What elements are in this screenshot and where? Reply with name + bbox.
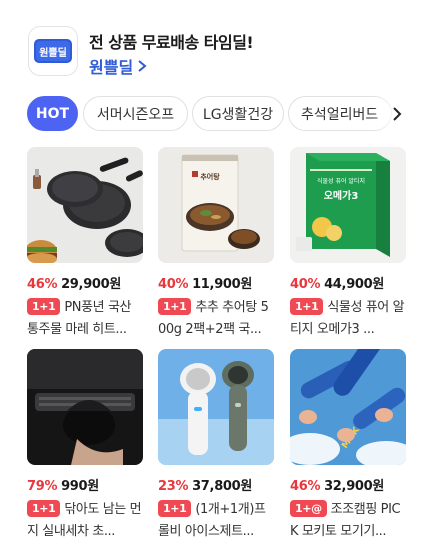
price: 44,900원 bbox=[324, 277, 385, 292]
product-card[interactable]: 식물성 퓨어 알티지 오메가3 40% 44,900원 1+1 식물성 퓨어 알티… bbox=[290, 147, 408, 341]
product-name-block: 1+@ 조조캠핑 PICK 모키토 모기기... bbox=[290, 499, 408, 541]
price: 32,900원 bbox=[324, 479, 385, 494]
package-label-text: 추어탕 bbox=[200, 172, 220, 181]
discount-rate: 79% bbox=[27, 479, 58, 494]
product-image bbox=[27, 349, 143, 465]
page-title: 전 상품 무료배송 타임딜! bbox=[89, 33, 254, 52]
brand-logo-icon: 원쁠딜 bbox=[34, 39, 72, 63]
discount-rate: 40% bbox=[158, 277, 189, 292]
brand-logo[interactable]: 원쁠딜 bbox=[28, 26, 78, 76]
product-card[interactable]: 추어탕 40% 11,900원 1+1 추추 추어탕 500g 2팩+2팩 국..… bbox=[158, 147, 276, 341]
price: 11,900원 bbox=[192, 277, 253, 292]
product-card[interactable]: 46% 29,900원 1+1 PN풍년 국산 통주물 마레 히트... bbox=[27, 147, 145, 341]
package-label-small: 식물성 퓨어 알티지 bbox=[317, 177, 365, 185]
discount-rate: 23% bbox=[158, 479, 189, 494]
chevron-right-icon bbox=[138, 60, 147, 72]
deal-badge: 1+1 bbox=[158, 500, 192, 517]
product-name-block: 1+1 (1개+1개)프롤비 아이스제트... bbox=[158, 499, 276, 541]
product-card[interactable]: 23% 37,800원 1+1 (1개+1개)프롤비 아이스제트... bbox=[158, 349, 276, 541]
product-image: MOKITO bbox=[290, 349, 406, 465]
deal-badge: 1+@ bbox=[290, 500, 327, 517]
deal-badge: 1+1 bbox=[158, 298, 192, 315]
product-name-block: 1+1 PN풍년 국산 통주물 마레 히트... bbox=[27, 297, 145, 341]
brand-link[interactable]: 원쁠딜 bbox=[89, 54, 147, 78]
product-name-block: 1+1 추추 추어탕 500g 2팩+2팩 국... bbox=[158, 297, 276, 341]
price: 990원 bbox=[61, 479, 99, 494]
product-image: 식물성 퓨어 알티지 오메가3 bbox=[290, 147, 406, 263]
brand-logo-text: 원쁠딜 bbox=[39, 46, 67, 59]
discount-rate: 46% bbox=[290, 479, 321, 494]
product-name-block: 1+1 닦아도 남는 먼지 실내세차 초... bbox=[27, 499, 145, 541]
product-image bbox=[158, 349, 274, 465]
tab-hot[interactable]: HOT bbox=[27, 96, 78, 131]
tab-lg-household[interactable]: LG생활건강 bbox=[192, 96, 284, 131]
product-card[interactable]: 79% 990원 1+1 닦아도 남는 먼지 실내세차 초... bbox=[27, 349, 145, 541]
product-name-block: 1+1 식물성 퓨어 알티지 오메가3 ... bbox=[290, 297, 408, 341]
package-label-big: 오메가3 bbox=[324, 189, 359, 202]
product-image bbox=[27, 147, 143, 263]
deal-badge: 1+1 bbox=[290, 298, 324, 315]
category-tabs: HOT 서머시즌오프 LG생활건강 추석얼리버드 bbox=[27, 96, 432, 132]
deal-badge: 1+1 bbox=[27, 298, 61, 315]
chevron-right-icon bbox=[393, 107, 402, 121]
price: 29,900원 bbox=[61, 277, 122, 292]
price: 37,800원 bbox=[192, 479, 253, 494]
product-card[interactable]: MOKITO 46% 32,900원 1+@ 조조캠핑 PICK 모키토 모기기.… bbox=[290, 349, 408, 541]
deal-header: 원쁠딜 전 상품 무료배송 타임딜! 원쁠딜 bbox=[28, 26, 408, 78]
brand-link-label: 원쁠딜 bbox=[89, 58, 134, 77]
tabs-next-button[interactable] bbox=[387, 96, 407, 132]
tab-summer-season-off[interactable]: 서머시즌오프 bbox=[83, 96, 188, 131]
discount-rate: 40% bbox=[290, 277, 321, 292]
deal-badge: 1+1 bbox=[27, 500, 61, 517]
discount-rate: 46% bbox=[27, 277, 58, 292]
product-image: 추어탕 bbox=[158, 147, 274, 263]
